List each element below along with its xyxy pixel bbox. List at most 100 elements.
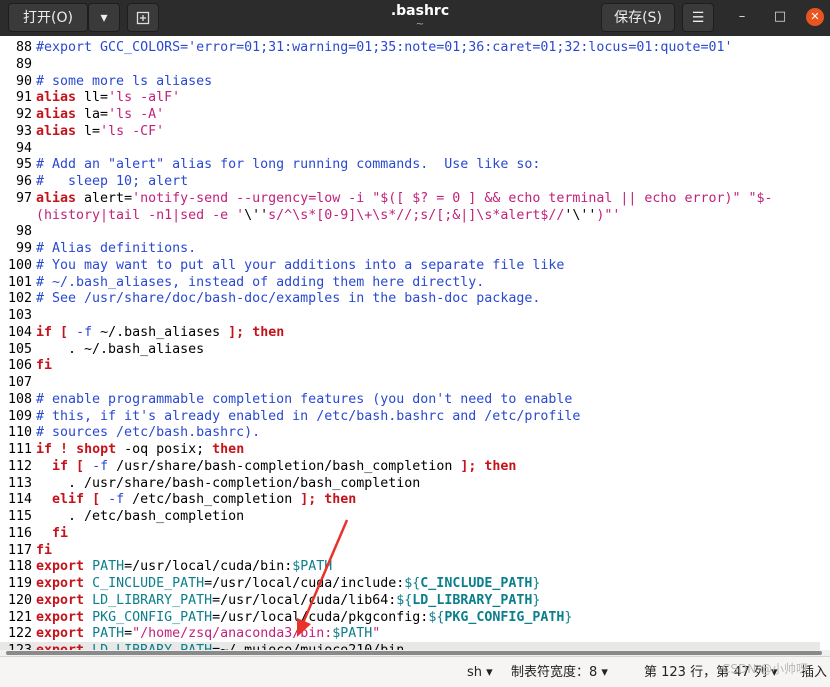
code-line[interactable]: 99 # Alias definitions. [0,240,820,257]
code-text: (history|tail -n1|sed -e '\''s/^\s*[0-9]… [36,207,620,224]
new-tab-button[interactable] [127,3,159,32]
close-button[interactable]: ✕ [806,8,824,26]
line-number: 97 [15,190,32,206]
open-button[interactable]: 打开(O) [8,3,88,32]
line-number: 91 [15,90,32,106]
maximize-button[interactable]: □ [771,8,789,26]
code-line[interactable]: 97 alias alert='notify-send --urgency=low… [0,190,820,207]
code-text: # ~/.bash_aliases, instead of adding the… [36,274,484,291]
code-text: # You may want to put all your additions… [36,257,564,274]
code-line[interactable]: 106 fi [0,357,820,374]
code-token: } [532,576,541,591]
code-token: PKG_CONFIG_PATH [92,609,213,625]
code-text: if [ -f ~/.bash_aliases ]; then [36,324,284,341]
code-text: export PATH="/home/zsq/anaconda3/bin:$PA… [36,625,380,642]
code-text: export PATH=/usr/local/cuda/bin:$PATH [36,558,332,575]
code-token: fi [36,358,53,374]
code-line[interactable]: 113 . /usr/share/bash-completion/bash_co… [0,475,820,492]
code-token: C_INCLUDE_PATH [420,576,533,591]
menu-button[interactable]: ☰ [682,3,714,32]
header-bar: 打开(O) ▾ .bashrc ~ 保存(S) ☰ – □ ✕ [0,0,830,36]
code-line[interactable]: 96 # sleep 10; alert [0,173,820,190]
code-token: -f [92,458,109,474]
code-line[interactable]: 101 # ~/.bash_aliases, instead of adding … [0,274,820,291]
code-line[interactable]: 105 . ~/.bash_aliases [0,341,820,358]
code-token: /etc/bash_completion [124,492,301,508]
code-line[interactable]: 123 export LD_LIBRARY_PATH=~/.mujoco/mujo… [0,642,820,650]
code-line[interactable]: 109 # this, if it's already enabled in /e… [0,408,820,425]
code-line[interactable]: 115 . /etc/bash_completion [0,508,820,525]
code-line[interactable]: 116 fi [0,525,820,542]
code-token: # You may want to put all your additions… [36,257,565,273]
code-token: )"' [596,207,621,223]
code-token: 'ls -alF' [108,90,181,106]
code-line[interactable]: 93 alias l='ls -CF' [0,123,820,140]
code-line[interactable]: 117 fi [0,542,820,559]
close-icon: ✕ [810,10,820,23]
code-line[interactable]: 104 if [ -f ~/.bash_aliases ]; then [0,324,820,341]
code-line[interactable]: 107 [0,374,820,391]
code-token: ll= [76,90,109,106]
code-line[interactable]: 98 [0,223,820,240]
code-token: # Add an "alert" alias for long running … [36,157,541,173]
code-token: $PATH [292,559,333,575]
status-bar: sh ▾ 制表符宽度：8 ▾ 第 123 行，第 47 列 ▾ 插入 CSDN … [0,656,830,687]
line-number: 114 [7,492,32,508]
code-line[interactable]: 121 export PKG_CONFIG_PATH=/usr/local/cud… [0,609,820,626]
minimize-button[interactable]: – [733,8,751,26]
code-line[interactable]: 95 # Add an "alert" alias for long runnin… [0,156,820,173]
code-line[interactable]: 114 elif [ -f /etc/bash_completion ]; th… [0,491,820,508]
save-button[interactable]: 保存(S) [601,3,675,32]
code-line[interactable]: 112 if [ -f /usr/share/bash-completion/b… [0,458,820,475]
code-token: 'ls -A' [108,107,165,122]
code-line[interactable]: 122 export PATH="/home/zsq/anaconda3/bin:… [0,625,820,642]
open-menu-button[interactable]: ▾ [88,3,120,32]
code-line[interactable]: 102 # See /usr/share/doc/bash-doc/example… [0,290,820,307]
code-text: fi [36,525,68,542]
code-line[interactable]: 94 [0,140,820,157]
code-line[interactable]: 89 [0,56,820,73]
tab-width-selector[interactable]: 制表符宽度：8 ▾ [511,664,608,681]
code-token: . /usr/share/bash-completion/bash_comple… [36,475,421,491]
code-token: PKG_CONFIG_PATH [444,609,565,625]
code-token: . /etc/bash_completion [36,509,245,524]
code-line[interactable]: 88 #export GCC_COLORS='error=01;31:warnin… [0,39,820,56]
code-line[interactable]: 103 [0,307,820,324]
code-line[interactable]: 100 # You may want to put all your additi… [0,257,820,274]
language-selector[interactable]: sh ▾ [467,664,493,681]
code-line[interactable]: 118 export PATH=/usr/local/cuda/bin:$PATH [0,558,820,575]
code-line[interactable]: 92 alias la='ls -A' [0,106,820,123]
code-token: export [36,592,85,608]
horizontal-scrollbar-thumb[interactable] [6,651,822,655]
code-line[interactable]: 120 export LD_LIBRARY_PATH=/usr/local/cud… [0,592,820,609]
code-token: } [532,592,541,608]
code-line[interactable]: (history|tail -n1|sed -e '\''s/^\s*[0-9]… [0,207,820,224]
window-title: .bashrc [390,3,450,19]
window-title-area: .bashrc ~ [380,2,460,30]
code-token: '\'' [564,207,597,223]
line-number: 120 [7,592,32,608]
text-editor[interactable]: 88 #export GCC_COLORS='error=01;31:warnin… [0,36,830,650]
code-text: #export GCC_COLORS='error=01;31:warning=… [36,39,732,56]
code-token: # See /usr/share/doc/bash-doc/examples i… [36,291,541,307]
code-line[interactable]: 111 if ! shopt -oq posix; then [0,441,820,458]
code-text: # Add an "alert" alias for long running … [36,156,540,173]
code-token: alias [36,90,77,106]
code-line[interactable]: 108 # enable programmable completion feat… [0,391,820,408]
code-token: ]; [228,324,245,340]
code-line[interactable]: 91 alias ll='ls -alF' [0,89,820,106]
code-line[interactable]: 90 # some more ls aliases [0,73,820,90]
line-number: 88 [15,40,32,55]
code-line[interactable]: 119 export C_INCLUDE_PATH=/usr/local/cuda… [0,575,820,592]
code-line[interactable]: 110 # sources /etc/bash.bashrc). [0,424,820,441]
line-number: 111 [7,442,32,457]
code-token: ${ [396,592,413,608]
line-number: 119 [7,576,32,591]
